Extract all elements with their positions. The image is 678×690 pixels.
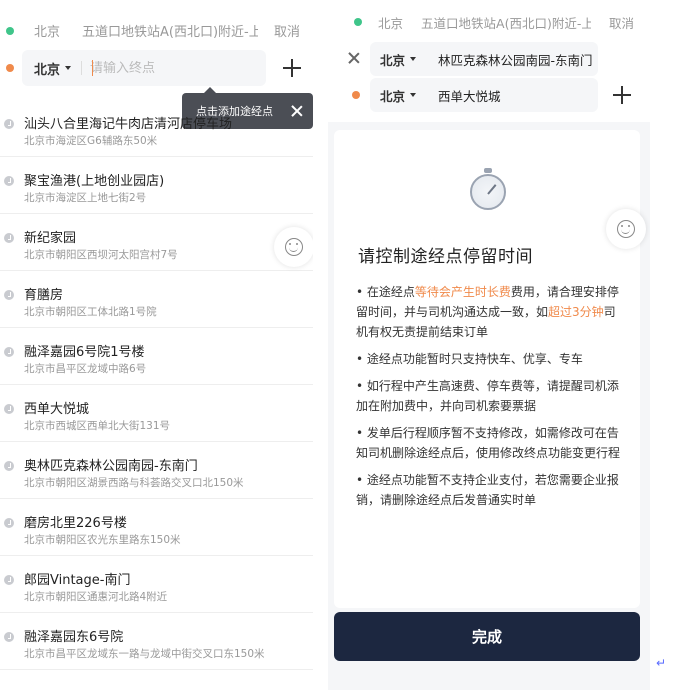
rule-highlight: 超过3分钟 <box>548 305 604 319</box>
waypoint-city-label: 北京 <box>380 52 406 68</box>
stopwatch-icon <box>468 168 508 212</box>
cancel-button[interactable]: 取消 <box>609 13 634 32</box>
chevron-down-icon <box>410 93 417 97</box>
rule-item: • 途经点功能暂不支持企业支付，若您需要企业报销，请删除途经点后发普通实时单 <box>356 473 619 507</box>
end-city-label: 北京 <box>34 62 61 78</box>
rule-text: • 在途经点 <box>356 285 415 299</box>
smiley-icon <box>617 220 635 238</box>
place-name: 汕头八合里海记牛肉店清河店停车场 <box>24 117 233 132</box>
history-list: 汕头八合里海记牛肉店清河店停车场 北京市海淀区G6辅路东50米 聚宝渔港(上地创业… <box>0 100 313 670</box>
divider <box>81 61 83 75</box>
place-address: 北京市朝阳区西坝河太阳宫村7号 <box>24 249 178 261</box>
place-name: 新纪家园 <box>24 231 77 246</box>
place-name: 育膳房 <box>24 288 64 303</box>
cancel-button[interactable]: 取消 <box>274 21 300 40</box>
list-item[interactable]: 融泽嘉园东6号院北京市昌平区龙域东一路与龙域中街交叉口东150米 <box>0 613 313 670</box>
remove-waypoint-close-icon[interactable] <box>348 52 360 64</box>
add-waypoint-plus-icon[interactable] <box>612 85 632 105</box>
start-address[interactable]: 五道口地铁站A(西北口)附近-上 <box>421 13 591 32</box>
end-city-select[interactable]: 北京 <box>380 86 417 105</box>
list-item[interactable]: 融泽嘉园6号院1号楼 北京市昌平区龙域中路6号 <box>0 328 313 385</box>
place-name: 磨房北里226号楼 <box>24 516 127 531</box>
end-city-label: 北京 <box>380 88 406 104</box>
list-item[interactable]: 育膳房北京市朝阳区工体北路1号院 <box>0 271 313 328</box>
waypoint-value[interactable]: 林匹克森林公园南园-东南门 <box>438 50 598 69</box>
rule-item: • 如行程中产生高速费、停车费等，请提醒司机添加在附加费中，并向司机索要票据 <box>356 379 619 413</box>
place-name: 融泽嘉园6号院1号楼 <box>24 345 145 360</box>
list-item[interactable]: 新纪家园北京市朝阳区西坝河太阳宫村7号 <box>0 214 313 271</box>
place-address: 北京市朝阳区湖景西路与科荟路交叉口北150米 <box>24 477 244 489</box>
notice-title: 请控制途经点停留时间 <box>358 247 533 267</box>
list-item[interactable]: 汕头八合里海记牛肉店清河店停车场 北京市海淀区G6辅路东50米 <box>0 100 313 157</box>
waypoint-notice-card: 请控制途经点停留时间 • 在途经点等待会产生时长费费用，请合理安排停留时间，并与… <box>334 130 640 608</box>
return-icon: ↵ <box>656 656 667 670</box>
list-item[interactable]: 西单大悦城北京市西城区西单北大街131号 <box>0 385 313 442</box>
clock-icon <box>4 290 14 300</box>
rule-item: • 发单后行程顺序暂不支持修改，如需修改可在告知司机删除途经点后，使用修改终点功… <box>356 426 621 460</box>
end-city-select[interactable]: 北京 <box>34 59 72 78</box>
place-address: 北京市海淀区G6辅路东50米 <box>24 135 158 147</box>
feedback-smiley-button[interactable] <box>274 227 313 267</box>
clock-icon <box>4 575 14 585</box>
rule-highlight: 等待会产生时长费 <box>414 285 511 299</box>
start-location-row[interactable]: 北京 五道口地铁站A(西北口)附近-上 取消 <box>22 14 313 46</box>
done-button[interactable]: 完成 <box>334 612 640 661</box>
clock-icon <box>4 176 14 186</box>
clock-icon <box>4 233 14 243</box>
end-location-box[interactable]: 北京 西单大悦城 <box>370 78 598 112</box>
place-address: 北京市昌平区龙域中路6号 <box>24 363 147 375</box>
place-name: 郎园Vintage-南门 <box>24 573 131 588</box>
text-cursor <box>92 60 93 76</box>
destination-value[interactable]: 西单大悦城 <box>438 86 598 105</box>
place-address: 北京市西城区西单北大街131号 <box>24 420 171 432</box>
clock-icon <box>4 347 14 357</box>
end-dot-icon <box>6 64 14 72</box>
chevron-down-icon <box>65 66 72 70</box>
start-address[interactable]: 五道口地铁站A(西北口)附近-上 <box>82 21 258 40</box>
rule-item: • 在途经点等待会产生时长费费用，请合理安排停留时间，并与司机沟通达成一致，如超… <box>356 282 622 342</box>
place-address: 北京市朝阳区工体北路1号院 <box>24 306 157 318</box>
place-name: 聚宝渔港(上地创业园店) <box>24 174 165 189</box>
smiley-icon <box>285 238 303 256</box>
clock-icon <box>4 461 14 471</box>
list-item[interactable]: 奥林匹克森林公园南园-东南门北京市朝阳区湖景西路与科荟路交叉口北150米 <box>0 442 313 499</box>
place-address: 北京市朝阳区通惠河北路4附近 <box>24 591 168 603</box>
place-name: 融泽嘉园东6号院 <box>24 630 124 645</box>
list-item[interactable]: 郎园Vintage-南门北京市朝阳区通惠河北路4附近 <box>0 556 313 613</box>
clock-icon <box>4 119 14 129</box>
destination-input[interactable] <box>90 60 241 76</box>
place-address: 北京市朝阳区农光东里路东150米 <box>24 534 181 546</box>
left-screen: 北京 五道口地铁站A(西北口)附近-上 取消 北京 点击添加途经点 汕头八合里海… <box>0 0 313 690</box>
stopwatch-button <box>484 168 492 173</box>
list-item[interactable]: 磨房北里226号楼北京市朝阳区农光东里路东150米 <box>0 499 313 556</box>
list-item[interactable]: 聚宝渔港(上地创业园店) 北京市海淀区上地七街2号 <box>0 157 313 214</box>
clock-icon <box>4 404 14 414</box>
place-name: 奥林匹克森林公园南园-东南门 <box>24 459 198 474</box>
start-location-row[interactable]: 北京 五道口地铁站A(西北口)附近-上 取消 <box>352 8 634 36</box>
right-screen: 北京 五道口地铁站A(西北口)附近-上 取消 北京 林匹克森林公园南园-东南门 … <box>328 0 650 690</box>
place-name: 西单大悦城 <box>24 402 90 417</box>
place-address: 北京市昌平区龙域东一路与龙域中街交叉口东150米 <box>24 648 265 660</box>
waypoint-city-select[interactable]: 北京 <box>380 50 417 69</box>
route-header: 北京 五道口地铁站A(西北口)附近-上 取消 北京 林匹克森林公园南园-东南门 … <box>328 0 650 122</box>
start-city[interactable]: 北京 <box>34 21 60 40</box>
notice-rules: • 在途经点等待会产生时长费费用，请合理安排停留时间，并与司机沟通达成一致，如超… <box>356 282 622 517</box>
rule-item: • 途经点功能暂时只支持快车、优享、专车 <box>356 352 583 366</box>
clock-icon <box>4 632 14 642</box>
place-address: 北京市海淀区上地七街2号 <box>24 192 147 204</box>
end-location-box[interactable]: 北京 <box>22 50 266 86</box>
feedback-smiley-button[interactable] <box>606 209 646 249</box>
end-dot-icon <box>352 91 360 99</box>
add-waypoint-plus-icon[interactable] <box>282 58 302 78</box>
chevron-down-icon <box>410 57 417 61</box>
clock-icon <box>4 518 14 528</box>
waypoint-box[interactable]: 北京 林匹克森林公园南园-东南门 <box>370 42 598 76</box>
start-city[interactable]: 北京 <box>378 13 403 32</box>
start-dot-icon <box>6 27 14 35</box>
